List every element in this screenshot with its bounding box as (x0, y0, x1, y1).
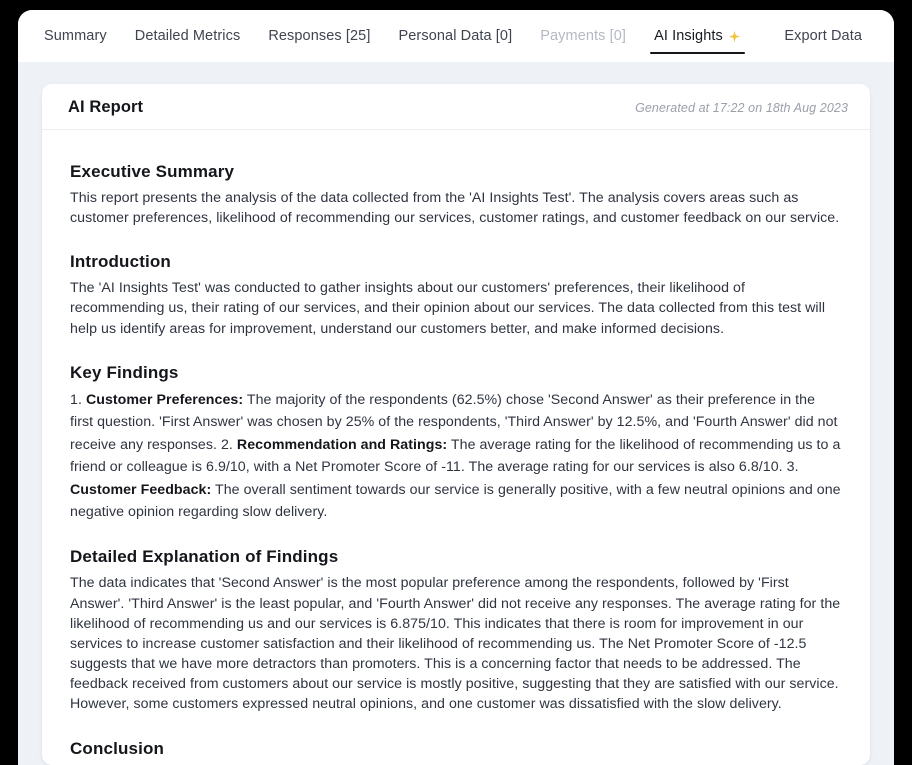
section-key-findings: Key Findings 1. Customer Preferences: Th… (70, 363, 842, 524)
key-finding-2-label: Recommendation and Ratings: (236, 436, 448, 453)
report-body: Executive Summary This report presents t… (42, 130, 870, 759)
ai-report-header: AI Report Generated at 17:22 on 18th Aug… (42, 84, 870, 130)
section-heading-detailed-explanation: Detailed Explanation of Findings (70, 547, 339, 567)
section-heading-conclusion: Conclusion (70, 738, 165, 758)
tab-responses[interactable]: Responses [25] (254, 10, 384, 62)
tab-ai-insights[interactable]: AI Insights (640, 10, 755, 62)
tab-personal-data-label: Personal Data [0] (398, 28, 513, 44)
tab-summary[interactable]: Summary (30, 10, 121, 62)
content-area: AI Report Generated at 17:22 on 18th Aug… (18, 62, 894, 765)
section-heading-key-findings: Key Findings (70, 362, 179, 382)
page-title: AI Report (68, 98, 144, 116)
section-text-introduction: The 'AI Insights Test' was conducted to … (70, 280, 826, 337)
section-executive-summary: Executive Summary This report presents t… (70, 162, 842, 228)
tab-bar: Summary Detailed Metrics Responses [25] … (18, 10, 894, 62)
screen: Summary Detailed Metrics Responses [25] … (0, 0, 912, 765)
tab-detailed-metrics[interactable]: Detailed Metrics (121, 10, 255, 62)
tab-payments[interactable]: Payments [0] (526, 10, 640, 62)
key-finding-3-label: Customer Feedback: (70, 481, 212, 498)
tab-payments-label: Payments [0] (540, 28, 627, 44)
section-text-key-findings: 1. Customer Preferences: The majority of… (70, 389, 842, 524)
tab-export-data[interactable]: Export Data (770, 10, 876, 62)
key-finding-1-number: 1. (70, 391, 86, 408)
active-tab-underline (650, 52, 745, 54)
section-detailed-explanation: Detailed Explanation of Findings The dat… (70, 547, 842, 714)
section-conclusion: Conclusion (70, 739, 842, 759)
section-introduction: Introduction The 'AI Insights Test' was … (70, 252, 842, 338)
section-heading-introduction: Introduction (70, 252, 171, 272)
tab-summary-label: Summary (44, 28, 107, 44)
tab-group-left: Summary Detailed Metrics Responses [25] … (30, 10, 755, 62)
ai-report-card: AI Report Generated at 17:22 on 18th Aug… (42, 84, 870, 765)
key-finding-1-label: Customer Preferences: (85, 391, 244, 408)
page-container: Summary Detailed Metrics Responses [25] … (18, 10, 894, 765)
tab-group-right: Export Data (770, 10, 894, 62)
section-text-detailed-explanation: The data indicates that 'Second Answer' … (70, 575, 841, 713)
tab-detailed-metrics-label: Detailed Metrics (134, 28, 241, 44)
tab-ai-insights-label: AI Insights (654, 28, 723, 44)
tab-export-data-label: Export Data (784, 28, 862, 44)
sparkle-icon (728, 30, 741, 43)
tab-responses-label: Responses [25] (268, 28, 371, 44)
tab-personal-data[interactable]: Personal Data [0] (384, 10, 526, 62)
generated-timestamp: Generated at 17:22 on 18th Aug 2023 (635, 100, 848, 115)
section-heading-executive-summary: Executive Summary (70, 162, 235, 181)
section-text-executive-summary: This report presents the analysis of the… (70, 190, 840, 227)
